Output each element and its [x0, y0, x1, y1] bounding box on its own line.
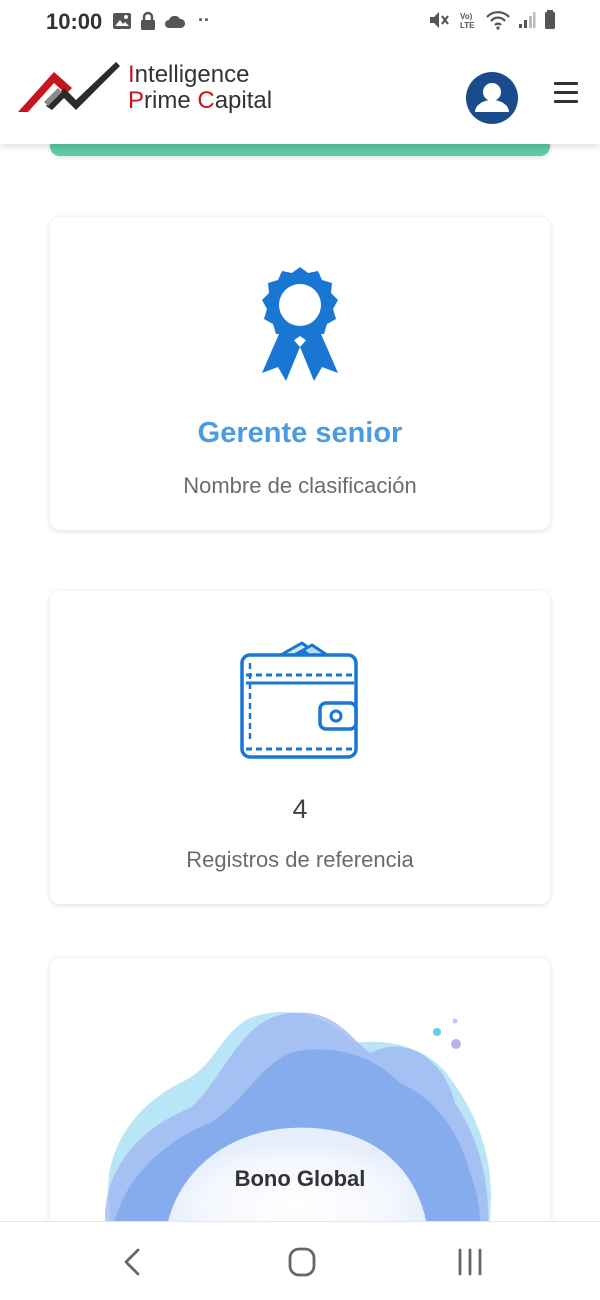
brand-name-line1: Intelligence	[128, 62, 272, 88]
status-bar: 10:00 ·· Vo) LTE	[0, 0, 600, 44]
home-icon	[288, 1247, 316, 1277]
bonus-blob-illustration	[105, 1012, 491, 1258]
brand-initial-i: I	[128, 61, 135, 88]
status-system-icons: Vo) LTE	[428, 10, 556, 30]
menu-bar-middle	[554, 91, 578, 94]
wallet-icon	[240, 641, 358, 759]
signal-icon	[519, 12, 536, 28]
nav-back-button[interactable]	[114, 1244, 154, 1280]
brand-name-line2: Prime Capital	[128, 88, 272, 114]
brand-word-intelligence: ntelligence	[134, 61, 250, 88]
brand-logo-mark-icon	[18, 62, 120, 112]
nav-recent-apps-button[interactable]	[450, 1244, 490, 1280]
svg-text:Vo): Vo)	[460, 12, 473, 21]
menu-bar-bottom	[554, 100, 578, 103]
status-more-dots: ··	[198, 10, 210, 30]
system-navigation-bar	[0, 1221, 600, 1300]
wifi-icon	[486, 11, 510, 30]
hamburger-menu-icon[interactable]	[554, 82, 578, 104]
user-avatar-icon	[475, 83, 509, 112]
lock-icon	[141, 11, 155, 30]
referral-count-label: Registros de referencia	[186, 847, 414, 872]
status-time: 10:00	[46, 9, 103, 34]
app-header: Intelligence Prime Capital	[0, 44, 600, 144]
cloud-icon	[165, 15, 186, 28]
brand-initial-c: C	[197, 87, 215, 114]
image-icon	[113, 12, 131, 29]
brand-name: Intelligence Prime Capital	[128, 62, 272, 114]
menu-bar-top	[554, 82, 578, 85]
brand-logo[interactable]: Intelligence Prime Capital	[16, 58, 272, 118]
recent-apps-icon	[458, 1248, 482, 1276]
brand-word-capital: apital	[214, 87, 273, 114]
referral-count-value: 4	[292, 794, 308, 824]
rank-name-label: Nombre de clasificación	[183, 473, 417, 498]
volte-icon: Vo)LTE	[460, 12, 475, 30]
global-bonus-title: Bono Global	[234, 1166, 366, 1191]
award-ribbon-icon	[262, 267, 338, 381]
mute-icon	[430, 12, 449, 28]
referrals-card: 4 Registros de referencia	[50, 591, 550, 904]
back-chevron-icon	[124, 1248, 140, 1276]
user-avatar-button[interactable]	[466, 72, 518, 124]
status-notification-icons: ··	[112, 10, 210, 31]
svg-text:LTE: LTE	[460, 21, 475, 30]
brand-word-prime: rime	[144, 87, 198, 114]
rank-name-value: Gerente senior	[197, 417, 403, 449]
brand-initial-p: P	[128, 87, 145, 114]
battery-icon	[545, 10, 555, 29]
global-bonus-card: Bono Global	[50, 958, 550, 1258]
rank-card: Gerente senior Nombre de clasificación	[50, 217, 550, 530]
nav-home-button[interactable]	[282, 1244, 322, 1280]
